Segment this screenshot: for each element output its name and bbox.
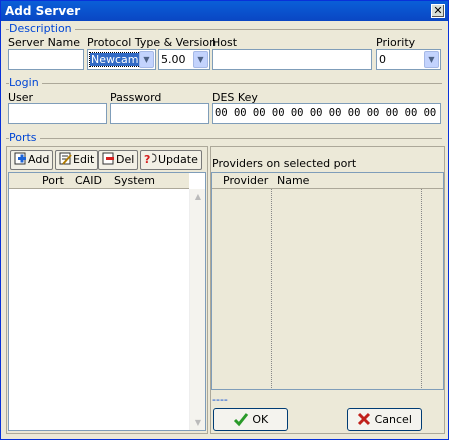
edit-label: Edit <box>73 153 95 166</box>
column-name[interactable]: Name <box>277 173 309 188</box>
column-divider <box>271 189 272 388</box>
window-title: Add Server <box>5 4 81 18</box>
ports-list-scrollbar[interactable]: ▲ ▼ <box>189 189 205 430</box>
edit-icon <box>59 152 72 165</box>
ok-label: OK <box>252 413 269 426</box>
ports-group-label: Ports <box>9 131 40 144</box>
chevron-down-icon[interactable]: ▼ <box>424 51 439 68</box>
svg-text:?: ? <box>144 153 150 165</box>
server-name-label: Server Name <box>8 36 81 49</box>
scroll-down-icon[interactable]: ▼ <box>191 415 205 430</box>
cancel-x-icon <box>358 412 371 426</box>
add-label: Add <box>28 153 50 166</box>
priority-select[interactable]: 0 ▼ <box>376 49 441 70</box>
server-name-input[interactable] <box>8 49 84 70</box>
protocol-value: Newcamd <box>88 52 148 67</box>
check-icon <box>233 413 248 427</box>
cancel-label: Cancel <box>374 413 412 426</box>
priority-label: Priority <box>376 36 416 49</box>
column-system[interactable]: System <box>114 173 155 188</box>
description-group-label: Description <box>9 22 75 35</box>
column-caid[interactable]: CAID <box>75 173 102 188</box>
column-provider[interactable]: Provider <box>223 173 268 188</box>
user-input[interactable] <box>8 103 107 124</box>
add-port-button[interactable]: Add <box>10 150 54 170</box>
providers-status: ---- <box>212 393 228 406</box>
providers-list[interactable]: Provider Name <box>211 172 444 390</box>
delete-icon <box>102 152 114 165</box>
update-label: Update <box>158 153 198 166</box>
add-server-dialog: Add Server ✕ Description Server Name Pro… <box>0 0 449 440</box>
column-divider <box>421 189 422 388</box>
protocol-select[interactable]: Newcamd ▼ <box>87 49 156 70</box>
priority-value: 0 <box>379 53 386 66</box>
delete-port-button[interactable]: Del <box>98 150 139 170</box>
close-icon[interactable]: ✕ <box>431 4 445 18</box>
des-key-input[interactable]: 00 00 00 00 00 00 00 00 00 00 00 00 00 0… <box>212 103 441 124</box>
add-icon <box>14 152 26 165</box>
providers-title: Providers on selected port <box>212 157 357 170</box>
ports-list-header: Port CAID System <box>9 173 189 189</box>
update-icon: ? <box>144 153 157 165</box>
host-input[interactable] <box>212 49 372 70</box>
scroll-up-icon[interactable]: ▲ <box>191 189 205 204</box>
login-group-line <box>6 83 442 84</box>
host-label: Host <box>212 36 238 49</box>
del-label: Del <box>116 153 135 166</box>
version-select[interactable]: 5.00 ▼ <box>158 49 210 70</box>
providers-list-header: Provider Name <box>212 173 443 189</box>
ports-list[interactable]: Port CAID System ▲ ▼ <box>8 172 206 431</box>
chevron-down-icon[interactable]: ▼ <box>193 51 208 68</box>
title-bar: Add Server ✕ <box>1 1 448 21</box>
protocol-label: Protocol Type & Version <box>87 36 217 49</box>
password-input[interactable] <box>110 103 209 124</box>
cancel-button[interactable]: Cancel <box>347 408 422 431</box>
version-value: 5.00 <box>161 53 186 66</box>
edit-port-button[interactable]: Edit <box>55 150 99 170</box>
ok-button[interactable]: OK <box>213 408 288 431</box>
login-group-label: Login <box>9 76 42 89</box>
ports-group-line <box>6 138 442 139</box>
column-port[interactable]: Port <box>42 173 64 188</box>
chevron-down-icon[interactable]: ▼ <box>139 51 154 68</box>
update-port-button[interactable]: ? Update <box>140 150 202 170</box>
